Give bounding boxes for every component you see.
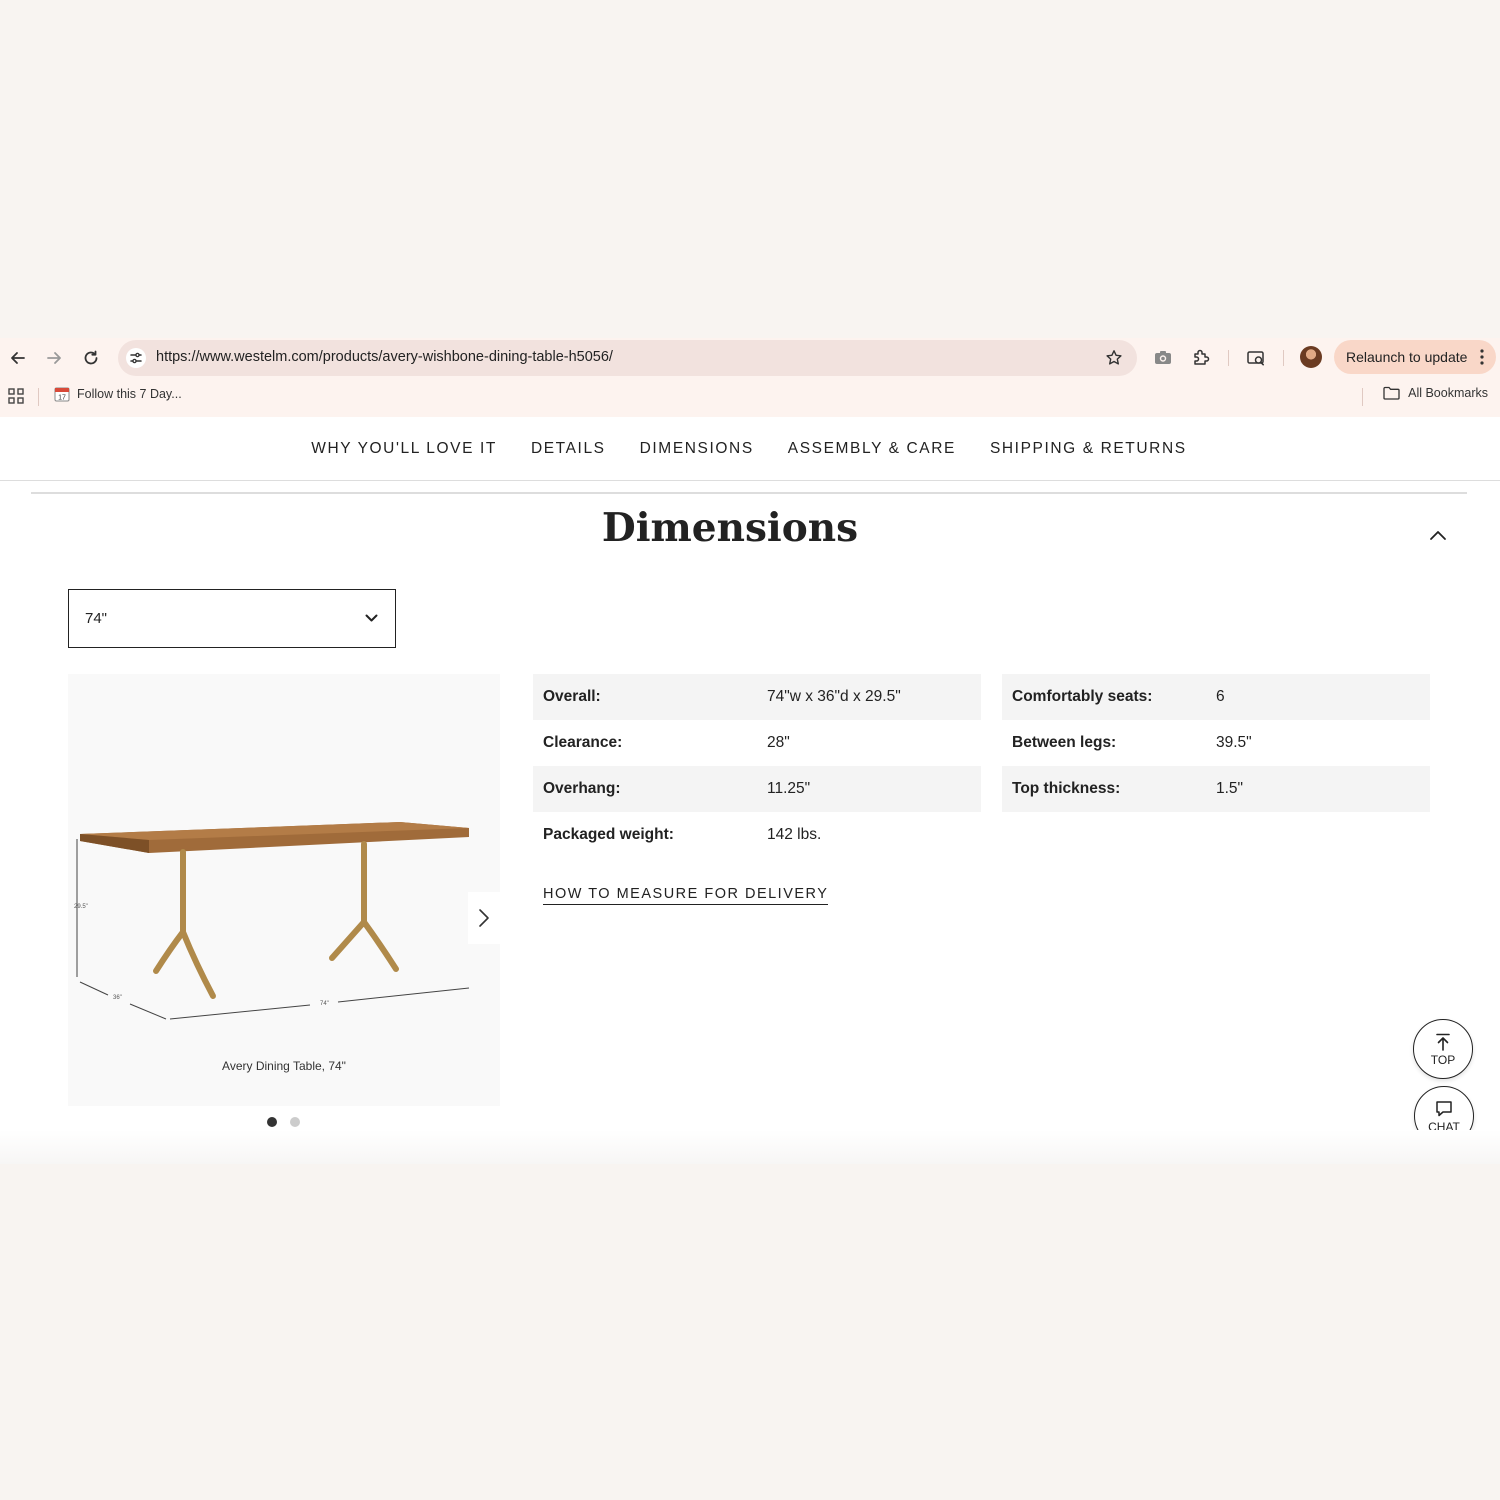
forward-arrow-icon bbox=[47, 352, 61, 364]
spec-value: 74"w x 36"d x 29.5" bbox=[767, 688, 901, 705]
more-menu-icon[interactable] bbox=[1480, 348, 1484, 366]
section-nav: WHY YOU'LL LOVE IT DETAILS DIMENSIONS AS… bbox=[0, 417, 1500, 481]
spec-value: 1.5" bbox=[1216, 780, 1244, 797]
height-label: 29.5" bbox=[74, 904, 88, 910]
size-dropdown-value: 74" bbox=[85, 610, 108, 627]
collapse-chevron-icon[interactable] bbox=[1428, 528, 1448, 542]
spec-label: Packaged weight: bbox=[543, 826, 674, 843]
spec-value: 11.25" bbox=[767, 780, 811, 797]
bookmarks-separator bbox=[1362, 388, 1363, 406]
spec-label: Top thickness: bbox=[1012, 780, 1121, 797]
browser-toolbar: https://www.westelm.com/products/avery-w… bbox=[0, 338, 1500, 378]
carousel-next-button[interactable] bbox=[468, 892, 500, 944]
bookmark-follow-7-day[interactable]: 17 Follow this 7 Day... bbox=[54, 386, 182, 402]
left-leg bbox=[153, 849, 216, 999]
back-to-top-button[interactable]: TOP bbox=[1413, 1019, 1473, 1079]
spec-table-right: Comfortably seats: 6 Between legs: 39.5"… bbox=[1002, 674, 1430, 812]
url-text[interactable]: https://www.westelm.com/products/avery-w… bbox=[156, 349, 613, 365]
tab-shipping-returns[interactable]: SHIPPING & RETURNS bbox=[990, 440, 1187, 458]
toolbar-separator bbox=[1228, 350, 1229, 366]
reload-button[interactable] bbox=[79, 346, 103, 370]
how-to-measure-link[interactable]: HOW TO MEASURE FOR DELIVERY bbox=[543, 886, 829, 905]
spec-value: 6 bbox=[1216, 688, 1225, 705]
site-settings-icon[interactable] bbox=[126, 348, 146, 368]
spec-label: Between legs: bbox=[1012, 734, 1117, 751]
folder-icon bbox=[1383, 386, 1400, 400]
browser-chrome: https://www.westelm.com/products/avery-w… bbox=[0, 338, 1500, 417]
tab-search-icon[interactable] bbox=[1246, 348, 1266, 368]
bookmark-label: Follow this 7 Day... bbox=[77, 387, 182, 401]
back-button[interactable] bbox=[6, 346, 30, 370]
spec-row: Packaged weight: 142 lbs. bbox=[533, 812, 981, 858]
spec-row: Top thickness: 1.5" bbox=[1002, 766, 1430, 812]
forward-button[interactable] bbox=[42, 346, 66, 370]
camera-icon[interactable] bbox=[1153, 348, 1173, 368]
dimension-lines bbox=[76, 839, 470, 1020]
top-label: TOP bbox=[1430, 1052, 1456, 1067]
relaunch-label: Relaunch to update bbox=[1346, 349, 1468, 365]
chevron-right-icon bbox=[479, 909, 489, 927]
spec-row: Overhang: 11.25" bbox=[533, 766, 981, 812]
reload-icon bbox=[84, 350, 98, 365]
dimensions-title: Dimensions bbox=[601, 505, 859, 551]
spec-row: Clearance: 28" bbox=[533, 720, 981, 766]
size-dropdown[interactable]: 74" bbox=[68, 589, 396, 648]
tab-details[interactable]: DETAILS bbox=[531, 440, 606, 458]
chat-bubble-icon bbox=[1436, 1100, 1452, 1116]
spec-row: Between legs: 39.5" bbox=[1002, 720, 1430, 766]
depth-label: 36" bbox=[113, 995, 122, 1001]
carousel-dot-active[interactable] bbox=[267, 1117, 277, 1127]
right-leg bbox=[329, 841, 399, 972]
bookmarks-bar: 17 Follow this 7 Day... All Bookmarks bbox=[0, 382, 1500, 412]
relaunch-button[interactable]: Relaunch to update bbox=[1334, 340, 1496, 374]
address-bar[interactable]: https://www.westelm.com/products/avery-w… bbox=[118, 340, 1137, 376]
dimension-image-carousel[interactable]: 29.5" 36" 74" Avery Dining Table, 74" bbox=[68, 674, 500, 1106]
apps-grid-icon[interactable] bbox=[8, 388, 24, 404]
image-caption: Avery Dining Table, 74" bbox=[222, 1059, 346, 1073]
page-bottom-fade bbox=[0, 1130, 1500, 1164]
tab-dimensions[interactable]: DIMENSIONS bbox=[640, 440, 754, 458]
spec-value: 39.5" bbox=[1216, 734, 1252, 751]
spec-row: Overall: 74"w x 36"d x 29.5" bbox=[533, 674, 981, 720]
bookmarks-separator bbox=[38, 388, 39, 406]
bookmark-star-icon[interactable] bbox=[1105, 349, 1123, 367]
calendar-icon: 17 bbox=[54, 387, 70, 402]
all-bookmarks-button[interactable]: All Bookmarks bbox=[1383, 386, 1488, 400]
spec-label: Clearance: bbox=[543, 734, 623, 751]
arrow-up-to-line-icon bbox=[1436, 1033, 1450, 1051]
calendar-day: 17 bbox=[58, 395, 66, 402]
section-divider bbox=[31, 492, 1467, 494]
spec-label: Comfortably seats: bbox=[1012, 688, 1153, 705]
spec-table-left: Overall: 74"w x 36"d x 29.5" Clearance: … bbox=[533, 674, 981, 858]
spec-row: Comfortably seats: 6 bbox=[1002, 674, 1430, 720]
all-bookmarks-label: All Bookmarks bbox=[1408, 386, 1488, 400]
spec-value: 142 lbs. bbox=[767, 826, 822, 843]
extensions-icon[interactable] bbox=[1191, 348, 1211, 368]
table-dimension-diagram: 29.5" 36" 74" bbox=[74, 822, 470, 1020]
spec-label: Overall: bbox=[543, 688, 601, 705]
width-label: 74" bbox=[320, 1001, 329, 1007]
toolbar-separator bbox=[1283, 350, 1284, 366]
back-arrow-icon bbox=[11, 352, 25, 364]
spec-label: Overhang: bbox=[543, 780, 621, 797]
tab-why-youll-love-it[interactable]: WHY YOU'LL LOVE IT bbox=[311, 440, 497, 458]
spec-value: 28" bbox=[767, 734, 790, 751]
chevron-down-icon bbox=[365, 614, 378, 622]
carousel-dot[interactable] bbox=[290, 1117, 300, 1127]
product-page: WHY YOU'LL LOVE IT DETAILS DIMENSIONS AS… bbox=[0, 417, 1500, 1163]
profile-avatar[interactable] bbox=[1300, 346, 1322, 368]
tab-assembly-care[interactable]: ASSEMBLY & CARE bbox=[788, 440, 956, 458]
